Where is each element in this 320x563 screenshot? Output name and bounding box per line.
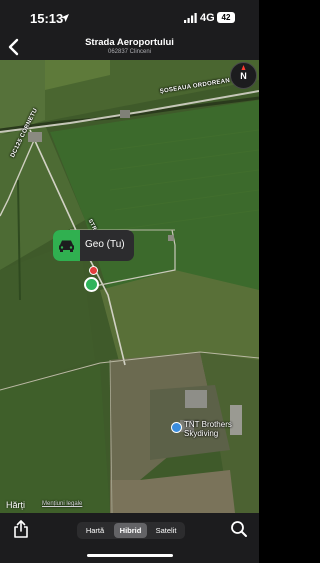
page-subtitle: 062837 Clinceni (107, 49, 152, 55)
segment-satelit[interactable]: Satelit (149, 523, 183, 538)
maps-logo: Hărți (6, 500, 26, 510)
car-tile (53, 230, 80, 261)
segment-harta[interactable]: Hartă (79, 523, 111, 538)
navigation-bar: Strada Aeroportului 062837 Clinceni (0, 34, 259, 60)
map-view[interactable]: N ȘOSEAUA ORDOREAN DC125 CORNETU STR Geo… (0, 60, 259, 513)
location-arrow-icon (61, 14, 69, 22)
share-icon[interactable] (12, 519, 30, 539)
satellite-imagery (0, 60, 259, 513)
home-indicator[interactable] (87, 554, 173, 557)
user-location-label: Geo (Tu) (85, 239, 125, 250)
poi-label[interactable]: TNT Brothers Skydiving (184, 420, 246, 438)
user-location-callout[interactable]: Geo (Tu) (53, 230, 134, 261)
car-icon (59, 240, 74, 252)
map-type-segmented-control: Hartă Hibrid Satelit (77, 522, 185, 539)
page-title: Strada Aeroportului (85, 37, 174, 48)
bottom-toolbar: Hartă Hibrid Satelit (0, 513, 259, 563)
status-bar: 15:13 4G 42 (0, 0, 259, 34)
signal-icon (184, 13, 197, 23)
legal-notices-link[interactable]: Mențiuni legale (42, 501, 82, 507)
dropped-pin-marker[interactable] (89, 266, 98, 275)
compass[interactable]: N (230, 62, 257, 89)
search-icon[interactable] (230, 520, 248, 538)
segment-hibrid[interactable]: Hibrid (114, 523, 147, 538)
network-label: 4G (200, 12, 215, 24)
compass-letter: N (240, 71, 247, 81)
user-location-marker[interactable] (84, 277, 99, 292)
status-time: 15:13 (30, 11, 64, 26)
location-pin-icon[interactable] (171, 422, 182, 433)
battery-indicator: 42 (217, 12, 235, 23)
